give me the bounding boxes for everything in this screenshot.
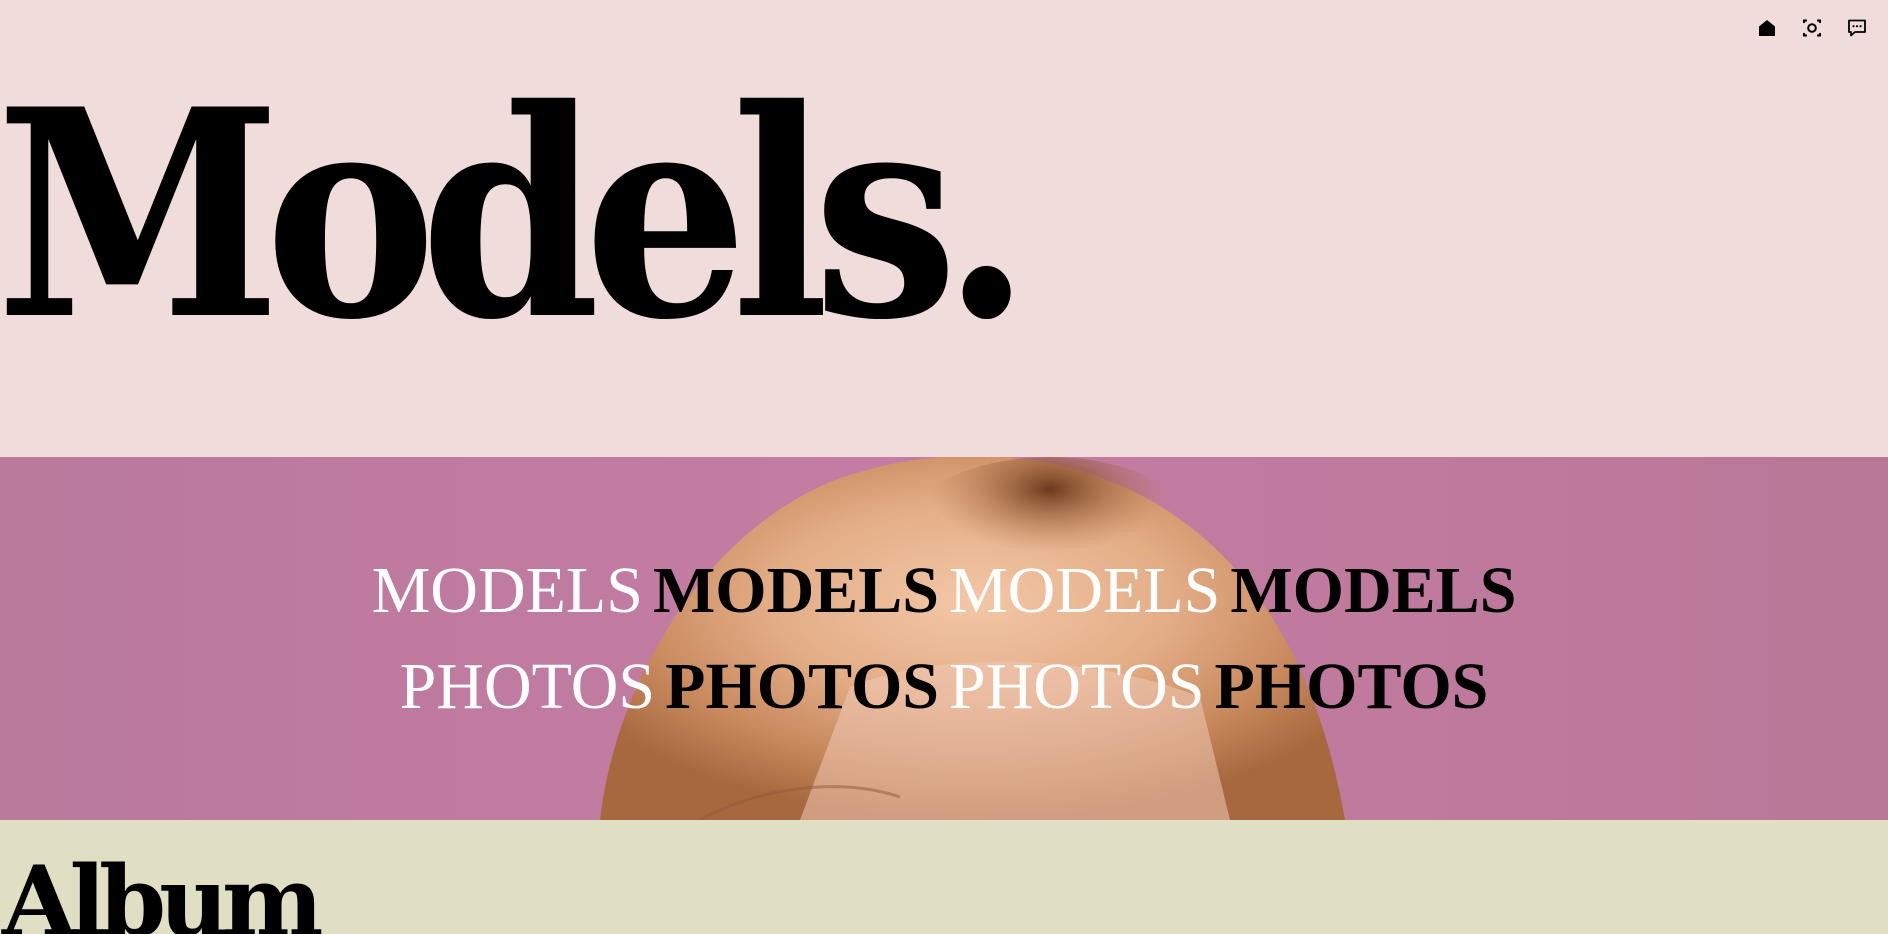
- album-heading: Album: [2, 845, 323, 934]
- chat-button[interactable]: [1843, 14, 1870, 41]
- marquee-text: MODELS: [949, 554, 1221, 627]
- marquee-text: MODELS: [1230, 554, 1517, 627]
- home-button[interactable]: [1753, 14, 1780, 41]
- photos-marquee: PHOTOS PHOTOS PHOTOS PHOTOS: [0, 654, 1888, 720]
- marquee-text: MODELS: [371, 554, 643, 627]
- camera-button[interactable]: [1798, 14, 1825, 41]
- marquee-text: PHOTOS: [949, 650, 1205, 723]
- page-title: Models.: [0, 47, 1031, 383]
- model-photo: [0, 457, 1888, 820]
- marquee-text: PHOTOS: [399, 650, 656, 723]
- models-photos-banner: MODELS MODELS MODELS MODELS PHOTOS PHOTO…: [0, 457, 1888, 820]
- marquee-text: MODELS: [652, 554, 939, 627]
- top-nav: [1753, 14, 1870, 41]
- home-icon: [1758, 19, 1775, 36]
- models-marquee: MODELS MODELS MODELS MODELS: [0, 558, 1888, 624]
- hero-section: Models.: [0, 0, 1888, 457]
- camera-icon: [1802, 19, 1821, 36]
- page: Models. MODELS MODELS MODELS MODELS PHOT…: [0, 0, 1888, 934]
- chat-icon: [1847, 19, 1866, 36]
- marquee-text: PHOTOS: [1214, 650, 1489, 723]
- marquee-text: PHOTOS: [665, 650, 939, 723]
- album-section: Album: [0, 820, 1888, 934]
